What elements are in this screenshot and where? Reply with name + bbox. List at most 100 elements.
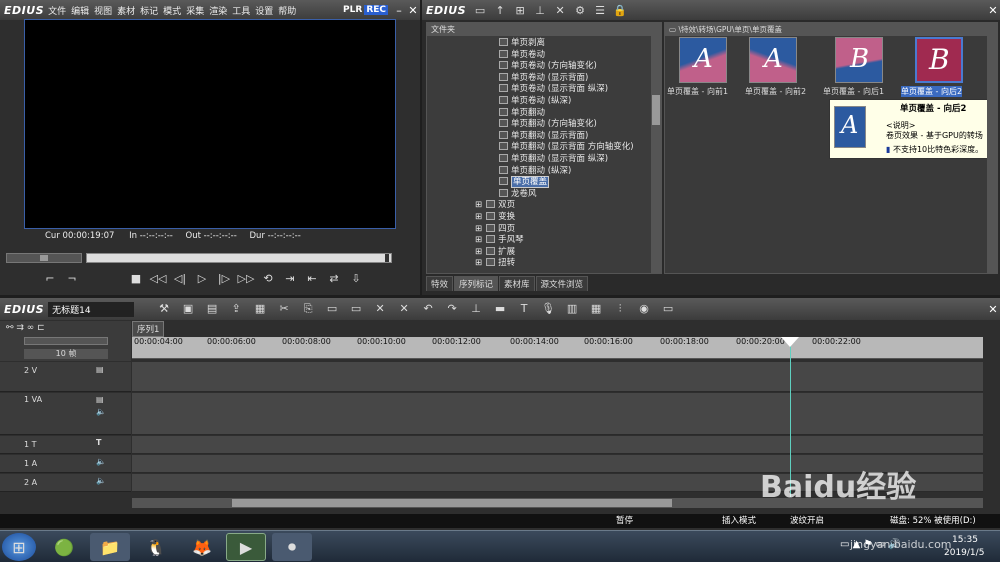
tab-sequence-markers[interactable]: 序列标记 (454, 276, 499, 291)
settings-icon[interactable]: ▭ (658, 302, 678, 316)
track-body[interactable] (132, 436, 983, 454)
tree-item-selected[interactable]: 单页覆盖 (427, 176, 661, 189)
tab-effects[interactable]: 特效 (426, 276, 454, 291)
rec-button[interactable]: REC (364, 5, 388, 15)
start-button-icon[interactable]: ⊞ (2, 533, 36, 561)
menu-item[interactable]: 素材 (117, 4, 135, 17)
up-folder-icon[interactable]: ↑ (490, 4, 510, 17)
properties-icon[interactable]: ⚙ (570, 4, 590, 17)
track-header[interactable]: 1 VA ▤ 🔈 (0, 393, 131, 435)
render-icon[interactable]: ▥ (562, 302, 582, 316)
tab-source-browser[interactable]: 源文件浏览 (535, 276, 589, 291)
step-back-icon[interactable]: ◁| (170, 272, 190, 285)
new-sequence-icon[interactable]: ▣ (178, 302, 198, 316)
track-header[interactable]: 2 V ▤ (0, 362, 131, 392)
export-icon[interactable]: ⇩ (346, 272, 366, 285)
edius-taskbar-icon[interactable]: ▶ (226, 533, 266, 561)
copy-icon[interactable]: ⎘ (298, 302, 318, 316)
delete-icon[interactable]: ✕ (370, 302, 390, 316)
view-icon[interactable]: ⊞ (510, 4, 530, 17)
tree-item[interactable]: 单页卷动 (427, 49, 661, 62)
tree-folder[interactable]: ⊞ 变换 (427, 211, 661, 224)
tree-item[interactable]: 单页卷动 (显示背面 纵深) (427, 84, 661, 96)
redo-icon[interactable]: ↷ (442, 302, 462, 316)
undo-icon[interactable]: ↶ (418, 302, 438, 316)
tree-item[interactable]: 单页剥离 (427, 38, 661, 50)
step-forward-icon[interactable]: |▷ (214, 272, 234, 285)
add-cut-icon[interactable]: ⊥ (466, 302, 486, 316)
tree-item[interactable]: 单页卷动 (纵深) (427, 95, 661, 108)
effect-thumbnail[interactable]: A (749, 37, 797, 83)
lock-icon[interactable]: 🔒 (610, 4, 630, 17)
firefox-icon[interactable]: 🦊 (182, 533, 222, 561)
set-in-icon[interactable]: ⌐ (40, 272, 60, 285)
apply-icon[interactable]: ⊥ (530, 4, 550, 17)
tree-item[interactable]: 单页卷动 (显示背面) (427, 72, 661, 85)
track-body[interactable] (132, 393, 983, 435)
replace-icon[interactable]: ⇄ (324, 272, 344, 285)
tree-item[interactable]: 单页翻动 (显示背面 纵深) (427, 153, 661, 166)
menu-item[interactable]: 编辑 (71, 4, 89, 17)
zoom-select[interactable]: 10 帧 (24, 349, 108, 359)
effect-thumbnail[interactable]: B (835, 37, 883, 83)
open-icon[interactable]: ▤ (202, 302, 222, 316)
paste-icon[interactable]: ▭ (322, 302, 342, 316)
play-icon[interactable]: ▷ (192, 272, 212, 285)
record-icon[interactable]: ◉ (634, 302, 654, 316)
menu-item[interactable]: 标记 (140, 4, 158, 17)
track-options-icon[interactable]: ⚯ ⇉ ∞ ⊏ (6, 323, 45, 333)
menu-item[interactable]: 设置 (255, 4, 273, 17)
effect-thumbnail[interactable]: A (679, 37, 727, 83)
track-header[interactable]: 1 TT (0, 436, 131, 454)
rewind-icon[interactable]: ◁◁ (148, 272, 168, 285)
export-icon[interactable]: ⇪ (226, 302, 246, 316)
folder-icon[interactable]: ▭ (470, 4, 490, 17)
cut-icon[interactable]: ✂ (274, 302, 294, 316)
tree-folder[interactable]: ⊞ 扩展 (427, 246, 661, 259)
delete-icon[interactable]: ✕ (550, 4, 570, 17)
menu-item[interactable]: 帮助 (278, 4, 296, 17)
menu-item[interactable]: 渲染 (209, 4, 227, 17)
minimize-icon[interactable]: – (392, 4, 406, 17)
mixer-icon[interactable]: ⫶ (610, 302, 630, 316)
tree-scrollbar[interactable] (651, 35, 661, 273)
tree-folder[interactable]: ⊞ 四页 (427, 223, 661, 236)
effect-thumbnail-selected[interactable]: B (915, 37, 963, 83)
tree-item[interactable]: 单页翻动 (显示背面 方向轴变化) (427, 142, 661, 154)
multicam-icon[interactable]: ▦ (586, 302, 606, 316)
menu-item[interactable]: 工具 (232, 4, 250, 17)
overwrite-icon[interactable]: ⇤ (302, 272, 322, 285)
tab-bin[interactable]: 素材库 (499, 276, 535, 291)
menu-item[interactable]: 文件 (48, 4, 66, 17)
plr-button[interactable]: PLR (343, 5, 362, 15)
tree-item[interactable]: 龙卷风 (427, 188, 661, 201)
replace-icon[interactable]: ▭ (346, 302, 366, 316)
tree-item[interactable]: 单页翻动 (方向轴变化) (427, 119, 661, 131)
track-header[interactable]: 1 A 🔈 (0, 455, 131, 473)
time-ruler[interactable]: 00:00:04:00 00:00:06:00 00:00:08:00 00:0… (132, 337, 983, 359)
menu-item[interactable]: 采集 (186, 4, 204, 17)
playhead-handle[interactable] (781, 337, 799, 347)
position-scrubber[interactable] (86, 253, 392, 263)
add-transition-icon[interactable]: ▬ (490, 302, 510, 316)
close-icon[interactable]: ✕ (986, 4, 1000, 17)
loop-icon[interactable]: ⟲ (258, 272, 278, 285)
mode-icon[interactable]: ⚒ (154, 302, 174, 316)
list-view-icon[interactable]: ☰ (590, 4, 610, 17)
tree-folder[interactable]: ⊞ 双页 (427, 200, 661, 212)
shuttle-slider[interactable] (6, 253, 82, 263)
fast-forward-icon[interactable]: ▷▷ (236, 272, 256, 285)
qq-icon[interactable]: 🐧 (136, 533, 176, 561)
menu-item[interactable]: 模式 (163, 4, 181, 17)
close-icon[interactable]: ✕ (406, 4, 420, 17)
ripple-delete-icon[interactable]: ✕ (394, 302, 414, 316)
tree-item[interactable]: 单页翻动 (427, 107, 661, 120)
stop-icon[interactable]: ■ (126, 272, 146, 285)
thumb-scrollbar[interactable] (987, 35, 997, 273)
file-explorer-icon[interactable]: 📁 (90, 533, 130, 561)
track-header[interactable]: 2 A 🔈 (0, 474, 131, 492)
tree-item[interactable]: 单页卷动 (方向轴变化) (427, 61, 661, 73)
mic-icon[interactable]: 🎙 (538, 302, 558, 316)
tree-folder[interactable]: ⊞ 扭转 (427, 258, 661, 270)
tree-folder[interactable]: ⊞ 手风琴 (427, 235, 661, 247)
